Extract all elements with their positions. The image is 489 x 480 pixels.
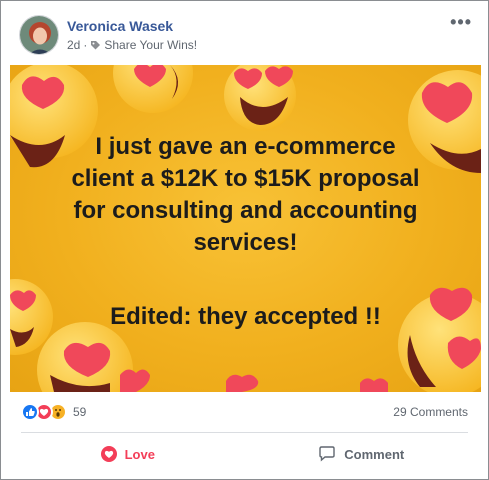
post-message: I just gave an e-commerce client a $12K … bbox=[30, 131, 461, 259]
post-banner: I just gave an e-commerce client a $12K … bbox=[10, 65, 481, 392]
divider bbox=[21, 432, 468, 433]
post-message-line: I just gave an e-commerce bbox=[95, 133, 396, 160]
edited-note: Edited: they accepted !! bbox=[110, 303, 381, 330]
comment-button-label: Comment bbox=[344, 446, 405, 462]
author-name[interactable]: Veronica Wasek bbox=[67, 18, 173, 34]
tag-icon bbox=[90, 40, 101, 51]
meta-separator: · bbox=[83, 38, 88, 52]
love-icon bbox=[100, 446, 117, 462]
like-reaction-icon bbox=[21, 403, 39, 421]
heart-bottom-right bbox=[360, 378, 388, 392]
post-card: Veronica Wasek 2d · Share Your Wins! ••• bbox=[0, 0, 489, 480]
reactions-summary[interactable]: 59 bbox=[21, 403, 86, 421]
post-actions: Love Comment bbox=[11, 437, 478, 471]
more-options-icon[interactable]: ••• bbox=[450, 13, 472, 31]
post-message-line: services! bbox=[193, 229, 298, 256]
post-time[interactable]: 2d bbox=[67, 38, 80, 52]
heart-bottom-center bbox=[226, 374, 259, 392]
emoji-top-center-right bbox=[224, 65, 296, 131]
comment-icon bbox=[319, 446, 335, 462]
reaction-count[interactable]: 59 bbox=[73, 405, 86, 419]
comments-count[interactable]: 29 Comments bbox=[393, 405, 468, 419]
post-message-line: for consulting and accounting bbox=[73, 197, 418, 224]
love-button[interactable]: Love bbox=[11, 437, 245, 471]
emoji-top-center-left bbox=[113, 65, 193, 113]
post-header: Veronica Wasek 2d · Share Your Wins! ••• bbox=[11, 11, 478, 63]
engagement-bar: 59 29 Comments bbox=[11, 397, 478, 427]
post-meta: 2d · Share Your Wins! bbox=[67, 38, 197, 52]
group-name[interactable]: Share Your Wins! bbox=[104, 38, 197, 52]
avatar[interactable] bbox=[19, 15, 59, 55]
love-button-label: Love bbox=[124, 446, 155, 462]
post-message-line: client a $12K to $15K proposal bbox=[71, 165, 420, 192]
comment-button[interactable]: Comment bbox=[245, 437, 479, 471]
